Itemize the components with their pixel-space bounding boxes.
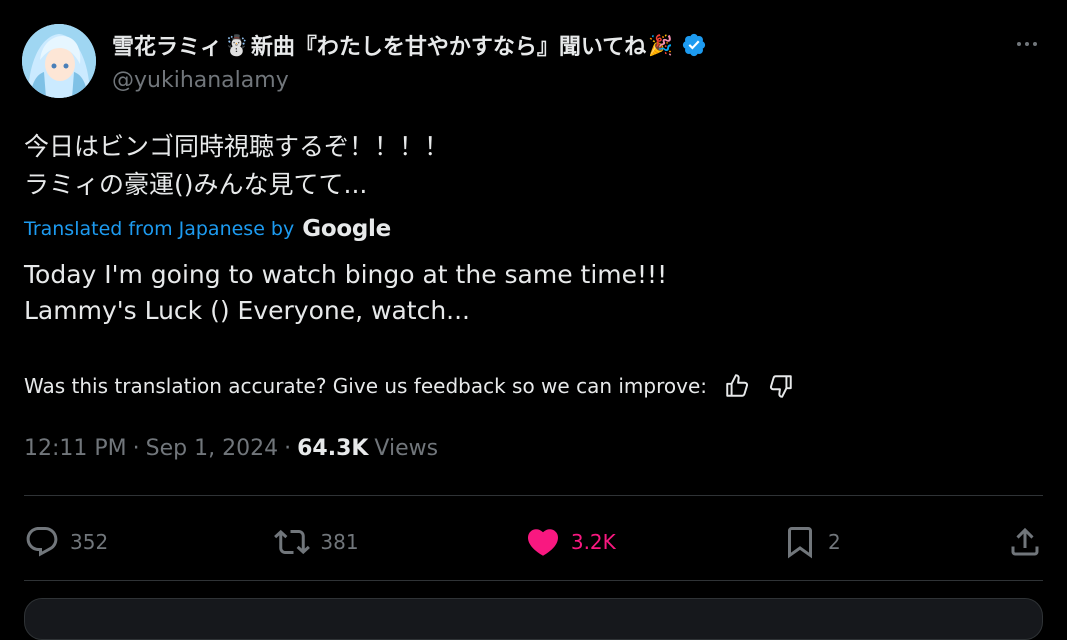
- translated-text-line: Today I'm going to watch bingo at the sa…: [24, 260, 668, 289]
- thumbs-down-icon[interactable]: [767, 372, 795, 400]
- tweet-time[interactable]: 12:11 PM: [24, 436, 127, 461]
- translated-from-link[interactable]: Translated from Japanese by: [24, 218, 294, 240]
- meta-separator: ·: [284, 436, 292, 461]
- snowman-emoji: ☃️: [224, 33, 249, 57]
- tweet-text: 今日はビンゴ同時視聴するぞ！！！！ ラミィの豪運()みんな見てて...: [24, 128, 449, 204]
- like-button[interactable]: 3.2K: [525, 524, 616, 560]
- author-handle[interactable]: @yukihanalamy: [112, 68, 289, 93]
- reply-composer[interactable]: [24, 598, 1043, 640]
- reply-button[interactable]: 352: [24, 524, 108, 560]
- translated-text: Today I'm going to watch bingo at the sa…: [24, 257, 667, 329]
- meta-separator: ·: [132, 436, 140, 461]
- display-name[interactable]: 雪花ラミィ: [112, 29, 222, 61]
- feedback-prompt: Was this translation accurate? Give us f…: [24, 374, 707, 398]
- views-count: 64.3K: [297, 436, 369, 461]
- avatar[interactable]: [22, 24, 96, 98]
- tweet-date[interactable]: Sep 1, 2024: [146, 436, 278, 461]
- divider: [24, 495, 1043, 496]
- share-button[interactable]: [1007, 524, 1043, 560]
- views-label: Views: [374, 436, 439, 461]
- tweet-metadata: 12:11 PM · Sep 1, 2024 · 64.3K Views: [24, 436, 438, 461]
- reply-count: 352: [70, 530, 109, 554]
- verified-badge-icon[interactable]: [681, 32, 707, 58]
- heart-icon: [527, 529, 558, 556]
- bookmark-icon: [788, 527, 812, 559]
- tweet-actions: 352 381 3.2K 2: [24, 514, 1043, 570]
- like-count: 3.2K: [570, 530, 616, 554]
- more-options-icon[interactable]: [1009, 30, 1045, 58]
- tweet-text-line: ラミィの豪運()みんな見てて...: [24, 170, 368, 199]
- reply-icon: [26, 527, 58, 557]
- repost-button[interactable]: 381: [274, 524, 359, 560]
- share-icon: [1011, 527, 1039, 556]
- bookmark-count: 2: [828, 530, 841, 554]
- thumbs-up-icon[interactable]: [723, 372, 751, 400]
- translated-text-line: Lammy's Luck () Everyone, watch...: [24, 296, 471, 325]
- translation-attribution: Translated from Japanese by Google: [24, 216, 391, 242]
- repost-count: 381: [320, 530, 359, 554]
- divider: [24, 580, 1043, 581]
- tweet-text-line: 今日はビンゴ同時視聴するぞ！！！！: [24, 132, 450, 161]
- bookmark-button[interactable]: 2: [782, 524, 841, 560]
- translation-feedback: Was this translation accurate? Give us f…: [24, 372, 795, 400]
- repost-icon: [274, 529, 311, 555]
- party-popper-emoji: 🎉: [648, 33, 674, 57]
- google-logo: Google: [302, 216, 391, 242]
- author-name-row: 雪花ラミィ ☃️ 新曲『わたしを甘やかすなら』聞いてね 🎉: [112, 28, 707, 62]
- display-name-suffix[interactable]: 新曲『わたしを甘やかすなら』聞いてね: [251, 29, 646, 61]
